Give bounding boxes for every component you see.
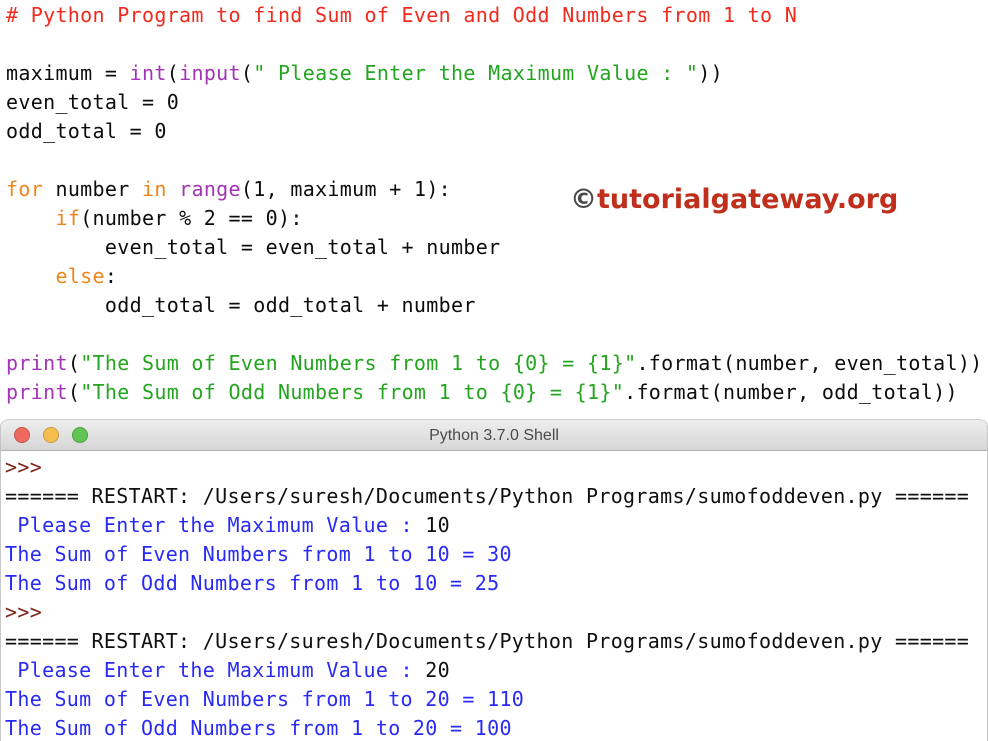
window-title: Python 3.7.0 Shell: [1, 420, 987, 452]
code-line: [6, 146, 988, 175]
close-button[interactable]: [14, 427, 30, 443]
shell-line: >>>: [5, 598, 987, 627]
shell-line: Please Enter the Maximum Value : 10: [5, 511, 987, 540]
shell-output[interactable]: >>>====== RESTART: /Users/suresh/Documen…: [1, 451, 987, 741]
shell-line: The Sum of Even Numbers from 1 to 10 = 3…: [5, 540, 987, 569]
shell-line: The Sum of Even Numbers from 1 to 20 = 1…: [5, 685, 987, 714]
code-line: print("The Sum of Odd Numbers from 1 to …: [6, 378, 988, 407]
watermark: ©tutorialgateway.org: [570, 185, 898, 215]
code-line: else:: [6, 262, 988, 291]
code-line: odd_total = 0: [6, 117, 988, 146]
shell-line: Please Enter the Maximum Value : 20: [5, 656, 987, 685]
copyright-icon: ©: [570, 184, 597, 215]
code-line: maximum = int(input(" Please Enter the M…: [6, 59, 988, 88]
watermark-text: tutorialgateway.org: [597, 184, 898, 215]
code-line: [6, 30, 988, 59]
code-line: even_total = 0: [6, 88, 988, 117]
code-line: # Python Program to find Sum of Even and…: [6, 1, 988, 30]
shell-line: >>>: [5, 453, 987, 482]
code-line: odd_total = odd_total + number: [6, 291, 988, 320]
shell-window: Python 3.7.0 Shell >>>====== RESTART: /U…: [0, 419, 988, 741]
shell-line: The Sum of Odd Numbers from 1 to 10 = 25: [5, 569, 987, 598]
screen: # Python Program to find Sum of Even and…: [0, 0, 988, 741]
maximize-button[interactable]: [72, 427, 88, 443]
minimize-button[interactable]: [43, 427, 59, 443]
shell-line: ====== RESTART: /Users/suresh/Documents/…: [5, 627, 987, 656]
code-line: [6, 320, 988, 349]
window-controls: [14, 420, 88, 450]
code-line: print("The Sum of Even Numbers from 1 to…: [6, 349, 988, 378]
shell-titlebar[interactable]: Python 3.7.0 Shell: [1, 419, 987, 451]
shell-line: The Sum of Odd Numbers from 1 to 20 = 10…: [5, 714, 987, 741]
code-line: even_total = even_total + number: [6, 233, 988, 262]
shell-line: ====== RESTART: /Users/suresh/Documents/…: [5, 482, 987, 511]
